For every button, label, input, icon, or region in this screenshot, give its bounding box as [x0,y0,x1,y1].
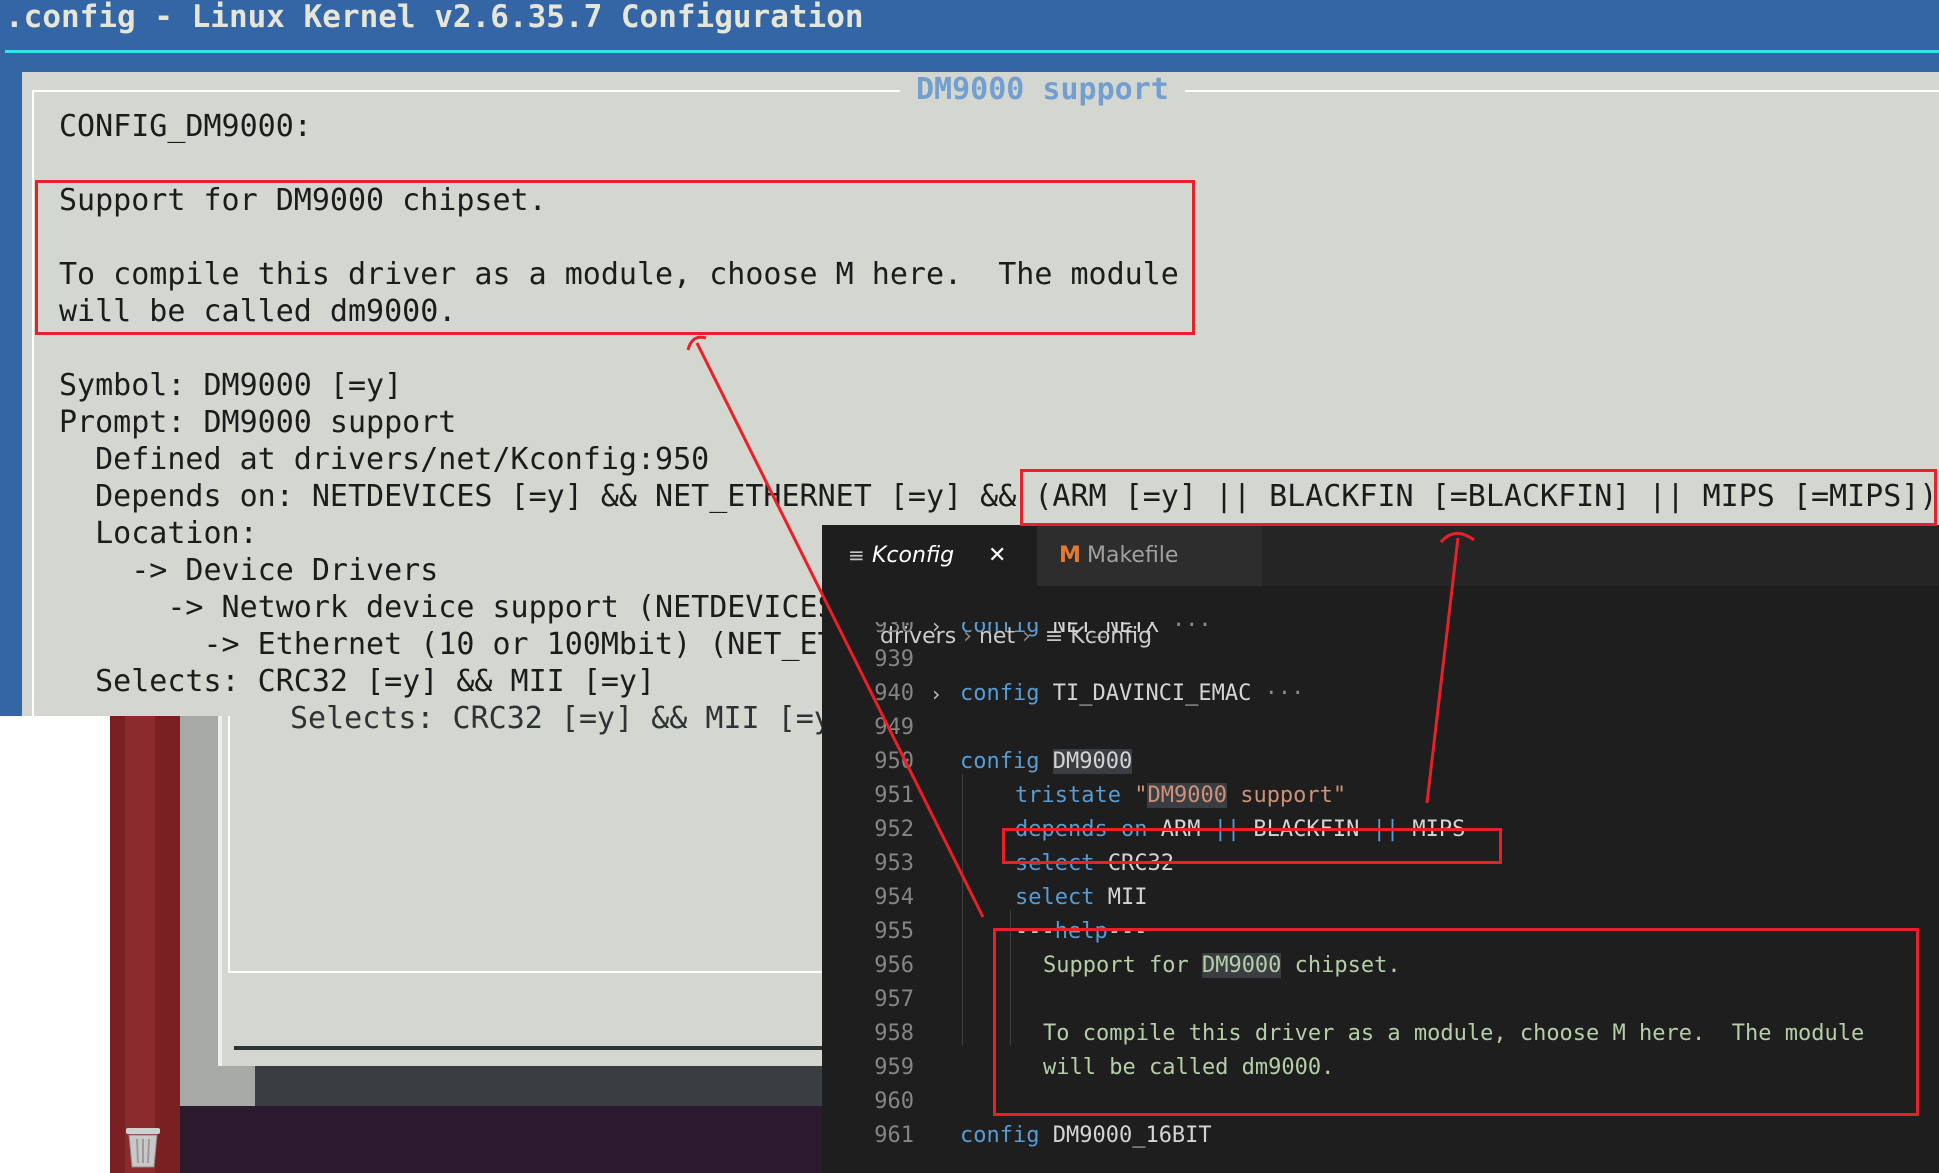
annotation-arrows [686,335,1475,918]
arrow-line [695,342,985,918]
arrow-line [1425,537,1460,804]
